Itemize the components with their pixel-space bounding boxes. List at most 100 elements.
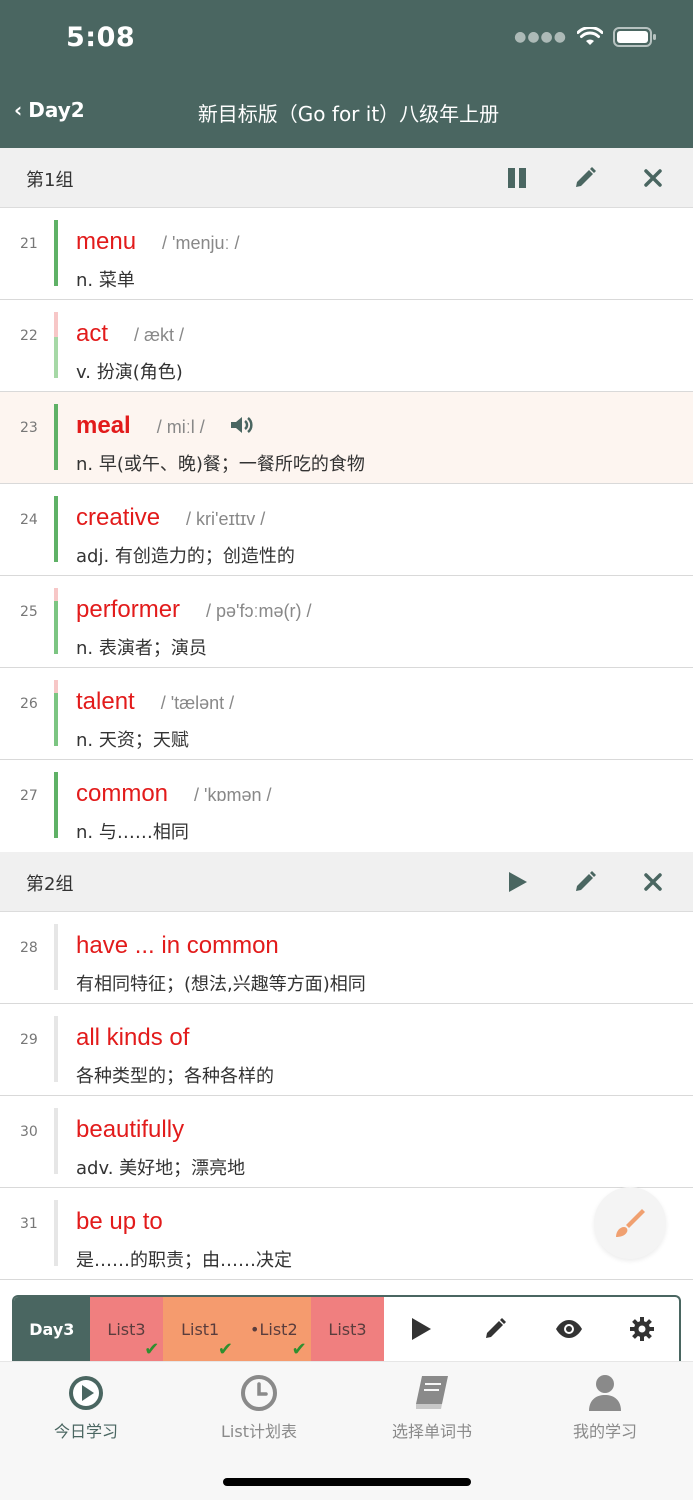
- check-icon: ✔: [217, 1339, 233, 1360]
- close-icon: [644, 873, 662, 891]
- word-text: performer / pə'fɔːmə(r) /: [76, 596, 312, 623]
- play-group-button[interactable]: [503, 868, 531, 896]
- word-text: be up to: [76, 1208, 163, 1235]
- definition: n. 菜单: [76, 270, 135, 291]
- tab-select-book[interactable]: 选择单词书: [352, 1374, 512, 1442]
- progress-bar: [54, 1200, 58, 1266]
- word-index: 27: [20, 788, 38, 804]
- word-row[interactable]: 24 creative / kri'eɪtɪv / adj. 有创造力的；创造性的: [0, 484, 693, 576]
- wifi-icon: [577, 27, 603, 45]
- page-title: 新目标版（Go for it）八级年上册: [197, 102, 500, 126]
- phonetic: / ækt /: [134, 325, 185, 345]
- word-index: 30: [20, 1124, 38, 1140]
- group-header-2: 第2组: [0, 852, 693, 912]
- word-row[interactable]: 22 act / ækt / v. 扮演(角色): [0, 300, 693, 392]
- word-row[interactable]: 28 have ... in common 有相同特征；(想法,兴趣等方面)相同: [0, 912, 693, 1004]
- player-list-tab[interactable]: List1 ✔: [163, 1297, 237, 1361]
- tab-label: List计划表: [221, 1422, 297, 1441]
- gear-icon: [630, 1317, 655, 1341]
- definition: v. 扮演(角色): [76, 362, 183, 383]
- word-row[interactable]: 25 performer / pə'fɔːmə(r) / n. 表演者；演员: [0, 576, 693, 668]
- word-list: 第1组 21 menu / 'menjuː / n. 菜单 22 act / ækt…: [0, 148, 693, 1280]
- player-day[interactable]: Day3: [14, 1297, 90, 1361]
- signal-icon: ●●●●: [514, 29, 567, 45]
- edit-group-button[interactable]: [571, 868, 599, 896]
- player-settings-button[interactable]: [605, 1297, 679, 1361]
- word-index: 29: [20, 1032, 38, 1048]
- player-bar: Day3 List3 ✔ List1 ✔ •List2 ✔ List3: [12, 1295, 681, 1361]
- clock-icon: [241, 1375, 277, 1411]
- progress-bar: [54, 496, 58, 562]
- player-view-button[interactable]: [532, 1297, 606, 1361]
- word-text: beautifully: [76, 1116, 185, 1143]
- player-list-tab[interactable]: •List2 ✔: [237, 1297, 311, 1361]
- tab-today[interactable]: 今日学习: [6, 1374, 166, 1442]
- word-text: creative / kri'eɪtɪv /: [76, 504, 266, 531]
- pencil-icon: [576, 167, 596, 187]
- player-play-button[interactable]: [384, 1297, 458, 1361]
- word-row[interactable]: 30 beautifully adv. 美好地；漂亮地: [0, 1096, 693, 1188]
- nav-bar: ‹ Day2 新目标版（Go for it）八级年上册: [0, 76, 693, 148]
- brush-icon: [616, 1209, 645, 1237]
- eye-icon: [555, 1320, 582, 1338]
- tab-my-study[interactable]: 我的学习: [525, 1374, 685, 1442]
- word-text: act / ækt /: [76, 320, 185, 347]
- word-text: meal / miːl /: [76, 412, 255, 443]
- definition: 各种类型的；各种各样的: [76, 1066, 274, 1087]
- progress-bar: [54, 312, 58, 378]
- word-row-current[interactable]: 23 meal / miːl / n. 早(或午、晚)餐；一餐所吃的食物: [0, 392, 693, 484]
- word-row[interactable]: 27 common / 'kɒmən / n. 与……相同: [0, 760, 693, 852]
- speaker-icon[interactable]: [229, 414, 255, 443]
- home-indicator: [223, 1478, 471, 1486]
- word-text: common / 'kɒmən /: [76, 780, 272, 807]
- pencil-icon: [576, 871, 596, 891]
- close-icon: [644, 169, 662, 187]
- battery-icon: [613, 27, 656, 47]
- phonetic: / 'menjuː /: [162, 233, 240, 253]
- player-list-tab[interactable]: List3: [310, 1297, 385, 1361]
- word-index: 22: [20, 328, 38, 344]
- definition: n. 与……相同: [76, 822, 189, 843]
- tab-label: 选择单词书: [391, 1422, 472, 1441]
- tab-label: 我的学习: [572, 1422, 637, 1441]
- word-index: 26: [20, 696, 38, 712]
- play-circle-icon: [69, 1376, 103, 1410]
- close-group-button[interactable]: [639, 868, 667, 896]
- phonetic: / 'kɒmən /: [194, 785, 272, 805]
- word-row[interactable]: 29 all kinds of 各种类型的；各种各样的: [0, 1004, 693, 1096]
- tab-label: 今日学习: [53, 1422, 118, 1441]
- progress-bar: [54, 680, 58, 746]
- player-edit-button[interactable]: [458, 1297, 532, 1361]
- definition: adv. 美好地；漂亮地: [76, 1158, 246, 1179]
- tab-list-plan[interactable]: List计划表: [179, 1374, 339, 1442]
- progress-bar: [54, 924, 58, 990]
- status-time: 5:08: [66, 22, 136, 53]
- close-group-button[interactable]: [639, 164, 667, 192]
- word-row[interactable]: 21 menu / 'menjuː / n. 菜单: [0, 208, 693, 300]
- group-header-1: 第1组: [0, 148, 693, 208]
- word-row[interactable]: 31 be up to 是……的职责；由……决定: [0, 1188, 693, 1280]
- progress-bar: [54, 772, 58, 838]
- word-index: 28: [20, 940, 38, 956]
- status-bar: 5:08 ●●●●: [0, 0, 693, 76]
- play-icon: [509, 872, 527, 892]
- group-title: 第1组: [26, 170, 74, 191]
- phonetic: / pə'fɔːmə(r) /: [206, 601, 312, 621]
- word-text: have ... in common: [76, 932, 279, 959]
- play-icon: [412, 1318, 432, 1340]
- word-index: 21: [20, 236, 38, 252]
- pause-button[interactable]: [503, 164, 531, 192]
- definition: 有相同特征；(想法,兴趣等方面)相同: [76, 974, 366, 995]
- word-index: 24: [20, 512, 38, 528]
- player-list-tab[interactable]: List3 ✔: [89, 1297, 164, 1361]
- word-index: 25: [20, 604, 38, 620]
- word-row[interactable]: 26 talent / 'tælənt / n. 天资；天赋: [0, 668, 693, 760]
- pause-icon: [508, 168, 526, 188]
- brush-button[interactable]: [594, 1187, 666, 1259]
- edit-group-button[interactable]: [571, 164, 599, 192]
- check-icon: ✔: [144, 1339, 160, 1360]
- definition: 是……的职责；由……决定: [76, 1250, 292, 1271]
- word-text: talent / 'tælənt /: [76, 688, 235, 715]
- progress-bar: [54, 1016, 58, 1082]
- progress-bar: [54, 404, 58, 470]
